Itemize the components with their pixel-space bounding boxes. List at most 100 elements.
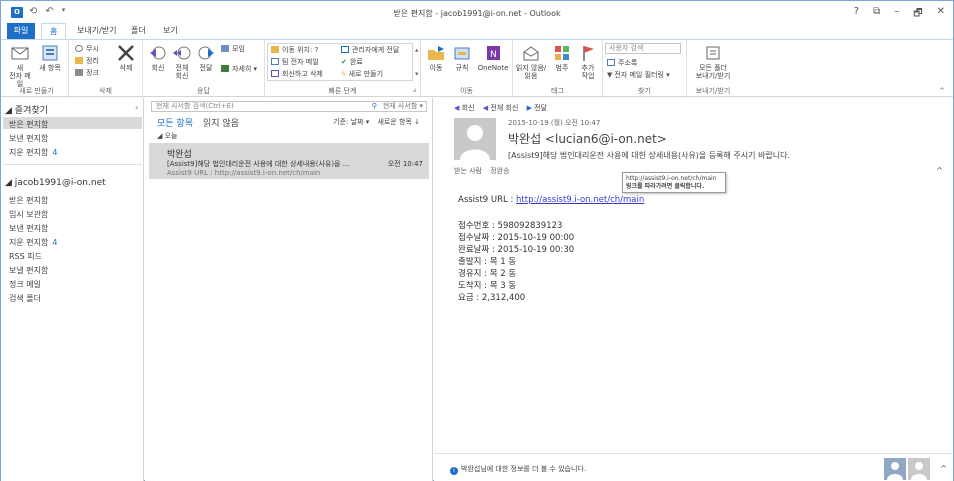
- filter-all-items[interactable]: 모든 항목: [157, 116, 193, 129]
- more-respond-button[interactable]: 자세히 ▾: [221, 64, 257, 74]
- rp-reply-all-button[interactable]: ◀ 전체 회신: [483, 104, 519, 112]
- junk-button[interactable]: 정크: [75, 68, 99, 78]
- folder-deleted-label: 지운 편지함: [9, 238, 49, 247]
- collapse-folder-pane-button[interactable]: ‹: [135, 103, 138, 112]
- new-items-button[interactable]: 새 항목: [37, 44, 63, 72]
- favorites-header[interactable]: ◢ 즐겨찾기: [5, 103, 48, 116]
- reply-all-button[interactable]: 전체 회신: [169, 44, 195, 80]
- restore-button[interactable]: 🗗: [913, 6, 922, 23]
- quick-step-move-to[interactable]: 이동 위치: ?: [271, 45, 318, 55]
- delete-button[interactable]: 삭제: [113, 44, 139, 72]
- address-book-button[interactable]: 주소록: [607, 58, 637, 68]
- group-respond-label: 응답: [197, 87, 210, 95]
- follow-up-button[interactable]: 추가 작업: [575, 44, 601, 80]
- rp-reply-button[interactable]: ◀ 회신: [454, 104, 475, 112]
- move-folder-icon: [428, 46, 444, 60]
- window-title: 받은 편지함 - jacob1991@i-on.net - Outlook: [393, 9, 561, 18]
- categorize-button[interactable]: 범주: [549, 44, 575, 72]
- folder-deleted[interactable]: 지운 편지함 4: [9, 237, 57, 248]
- group-send-receive: 모든 폴더 보내기/받기 보내기/받기: [687, 40, 739, 98]
- body-line: 접수날짜 : 2015-10-19 00:00: [458, 233, 575, 243]
- folder-inbox[interactable]: 받은 편지함: [9, 195, 48, 206]
- onenote-button[interactable]: N OneNote: [477, 44, 509, 72]
- favorite-sent[interactable]: 보낸 편지함: [9, 133, 48, 144]
- folder-drafts[interactable]: 임시 보관함: [9, 209, 48, 220]
- quick-step-reply-delete[interactable]: 회신하고 삭제: [271, 69, 323, 79]
- help-button[interactable]: ?: [854, 6, 859, 23]
- filter-unread[interactable]: 읽지 않음: [203, 116, 239, 129]
- people-pane-photo-selected[interactable]: [884, 458, 906, 480]
- folder-pane: ◢ 즐겨찾기 ‹ 받은 편지함 보낸 편지함 지운 편지함 4 ◢ jacob19…: [1, 98, 144, 481]
- tab-folder[interactable]: 폴더: [123, 23, 154, 39]
- close-button[interactable]: ✕: [937, 6, 945, 23]
- group-send-receive-label: 보내기/받기: [695, 87, 731, 95]
- people-pane-photo[interactable]: [908, 458, 930, 480]
- quick-step-team-email[interactable]: 팀 전자 메일: [271, 57, 319, 67]
- quick-steps-expand[interactable]: ▾: [415, 69, 419, 79]
- account-header[interactable]: ◢ jacob1991@i-on.net: [5, 178, 106, 188]
- rp-forward-button[interactable]: ▶ 전달: [527, 104, 548, 112]
- sort-order-toggle[interactable]: 새로운 항목 ↓: [377, 118, 420, 126]
- lightning-icon: ϟ: [341, 70, 346, 78]
- body-url-line: Assist9 URL : http://assist9.i-on.net/ch…: [458, 195, 644, 205]
- collapse-header-button[interactable]: ^: [936, 166, 943, 175]
- tooltip-hint: 링크를 따라가려면 클릭합니다.: [626, 183, 705, 190]
- flag-icon: [583, 46, 594, 61]
- meeting-button[interactable]: 모임: [221, 44, 245, 54]
- folder-junk[interactable]: 정크 메일: [9, 279, 41, 290]
- quick-steps-scroll-up[interactable]: ▴: [415, 45, 419, 55]
- quick-step-create-new[interactable]: ϟ 새로 만들기: [341, 69, 383, 79]
- person-icon: [460, 125, 490, 160]
- group-tags-label: 태그: [551, 87, 564, 95]
- quick-step-to-manager[interactable]: 관리자에게 전달: [341, 45, 399, 55]
- minimize-button[interactable]: –: [894, 6, 899, 23]
- to-recipient[interactable]: 정완승: [490, 167, 509, 175]
- group-quick-steps: 이동 위치: ? 팀 전자 메일 회신하고 삭제 관리자에게 전달 ✔ 완료 ϟ새…: [265, 40, 421, 98]
- cleanup-button[interactable]: 정리: [75, 56, 99, 66]
- folder-sent[interactable]: 보낸 편지함: [9, 223, 48, 234]
- unread-read-button[interactable]: 읽지 않음/ 읽음: [515, 44, 547, 80]
- quick-steps-dialog-launcher[interactable]: ⊿: [412, 86, 417, 96]
- more-respond-icon: [221, 65, 229, 72]
- body-line: 요금 : 2,312,400: [458, 293, 526, 303]
- search-scope-dropdown[interactable]: ⚲ 현재 사서함 ▾: [372, 102, 423, 111]
- quick-step-done[interactable]: ✔ 완료: [341, 57, 363, 67]
- rules-icon: [454, 47, 470, 60]
- favorite-inbox[interactable]: 받은 편지함: [9, 119, 48, 130]
- people-pane-info[interactable]: i 박완섭님에 대한 정보를 더 볼 수 있습니다.: [450, 464, 586, 475]
- group-header-today[interactable]: ◢ 오늘: [157, 131, 178, 141]
- people-pane-text: 박완섭님에 대한 정보를 더 볼 수 있습니다.: [461, 465, 587, 473]
- folder-search[interactable]: 검색 폴더: [9, 293, 41, 304]
- tab-file[interactable]: 파일: [7, 23, 35, 39]
- reply-icon: [150, 46, 166, 60]
- rules-button[interactable]: 규칙: [449, 44, 475, 72]
- folder-rss[interactable]: RSS 피드: [9, 251, 42, 262]
- person-icon: [887, 462, 903, 480]
- forward-button[interactable]: 전달: [193, 44, 219, 72]
- send-receive-all-button[interactable]: 모든 폴더 보내기/받기: [695, 44, 731, 80]
- filter-email-label: 전자 메일 필터링: [614, 71, 664, 79]
- search-people-input[interactable]: 사용자 검색: [605, 43, 681, 54]
- filter-email-button[interactable]: ▼ 전자 메일 필터링 ▾: [607, 70, 670, 80]
- new-email-button[interactable]: 새 전자 메일: [7, 44, 33, 88]
- tab-home[interactable]: 홈: [41, 23, 67, 40]
- message-item[interactable]: 박완섭 [Assist9]해당 법인대리운전 사용에 대한 상세내용(사유)을 …: [149, 143, 429, 179]
- message-from[interactable]: 박완섭 <lucian6@i-on.net>: [508, 130, 667, 147]
- mailbox-search-input[interactable]: 현재 사서함 검색(Ctrl+E) ⚲ 현재 사서함 ▾: [151, 101, 427, 112]
- collapse-ribbon-button[interactable]: ^: [939, 86, 945, 96]
- new-email-label: 새 전자 메일: [9, 64, 31, 88]
- reply-button[interactable]: 회신: [145, 44, 171, 72]
- send-receive-all-label: 모든 폴더 보내기/받기: [695, 64, 731, 80]
- move-button[interactable]: 이동: [423, 44, 449, 72]
- rp-reply-label: 회신: [461, 104, 475, 112]
- tab-send-receive[interactable]: 보내기/받기: [69, 23, 125, 39]
- folder-outbox[interactable]: 보낼 편지함: [9, 265, 48, 276]
- favorite-deleted[interactable]: 지운 편지함 4: [9, 147, 57, 158]
- sort-by-dropdown[interactable]: 기준: 날짜 ▾: [333, 118, 369, 126]
- ribbon-display-options-button[interactable]: ⧉: [873, 6, 880, 23]
- body-url-link[interactable]: http://assist9.i-on.net/ch/main: [516, 195, 644, 205]
- ignore-button[interactable]: 무시: [75, 44, 99, 54]
- svg-text:N: N: [490, 50, 497, 60]
- expand-people-pane-button[interactable]: ^: [940, 464, 947, 473]
- tab-view[interactable]: 보기: [155, 23, 186, 39]
